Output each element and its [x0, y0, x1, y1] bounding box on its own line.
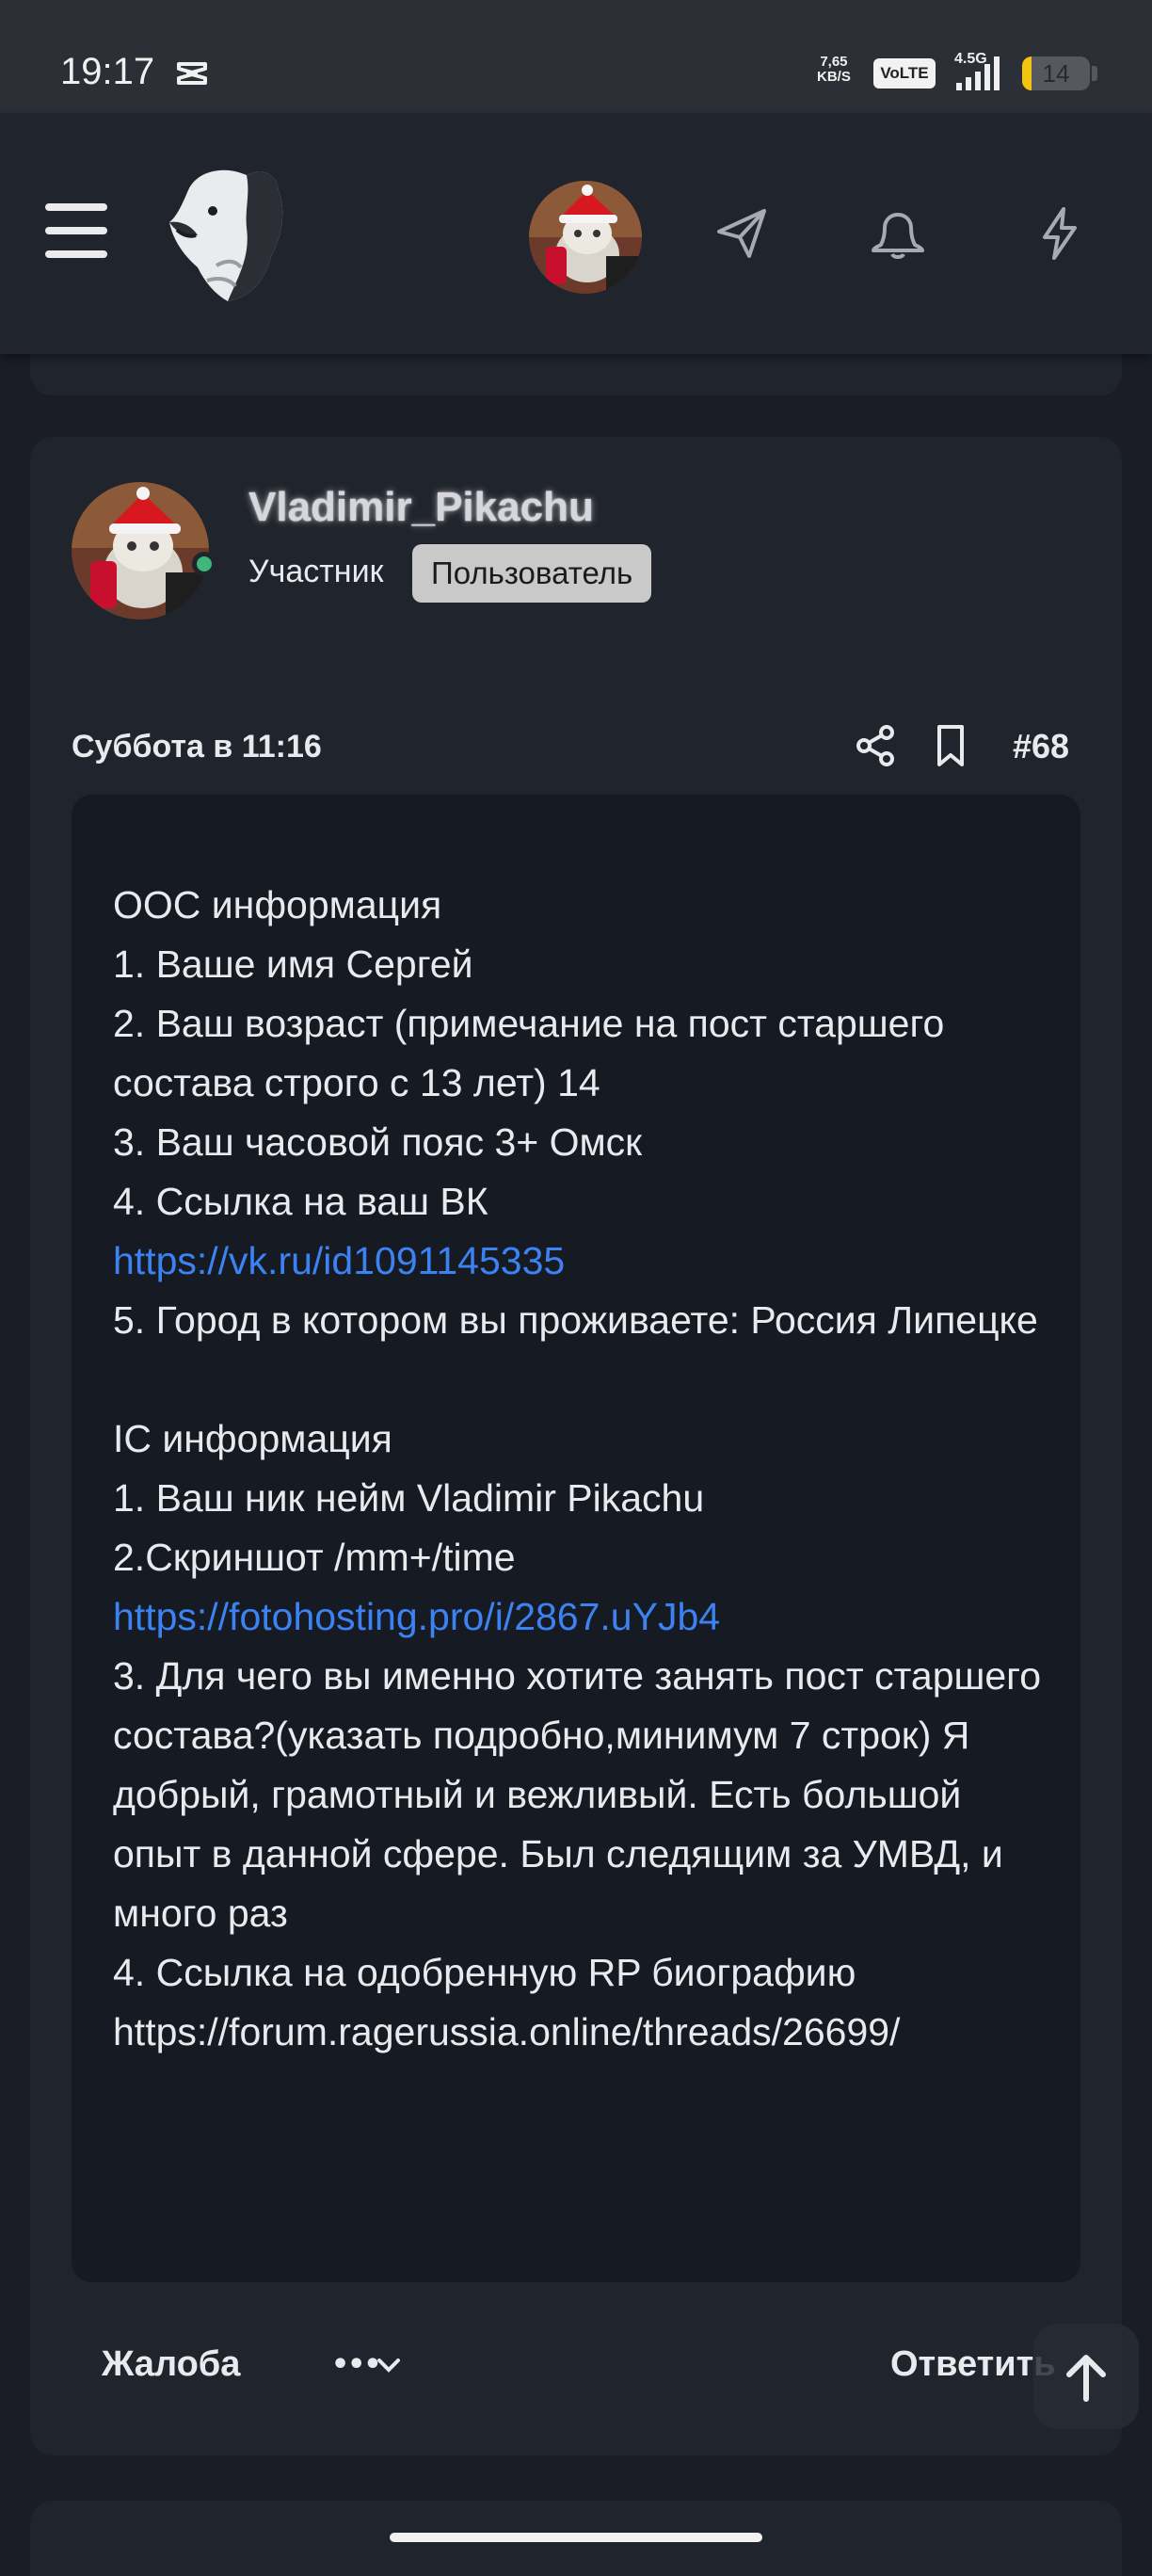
more-dots: •••	[331, 2348, 382, 2381]
chevron-down-icon	[377, 2359, 400, 2373]
post-link[interactable]: https://vk.ru/id1091145335	[113, 1232, 1054, 1291]
hamburger-menu-icon[interactable]	[45, 203, 107, 258]
author-avatar[interactable]	[72, 482, 209, 620]
arrow-up-icon	[1066, 2355, 1106, 2402]
author-role: Участник	[248, 554, 384, 589]
gesture-navigation-handle[interactable]	[390, 2533, 762, 2542]
network-speed: 7,65 KB/S	[817, 55, 851, 85]
post-text-line: ООС информация	[113, 883, 442, 926]
post-card: Vladimir_Pikachu Участник Пользователь С…	[30, 437, 1122, 2455]
bookmark-icon[interactable]	[932, 723, 969, 768]
bell-icon[interactable]	[868, 203, 928, 264]
post-text-line: 5. Город в котором вы проживаете: Россия…	[113, 1298, 1038, 1342]
post-text-line: 2. Ваш возраст (примечание на пост старш…	[113, 1002, 955, 1104]
post-date[interactable]: Суббота в 11:16	[72, 729, 322, 765]
battery-level: 14	[1042, 59, 1070, 88]
post-text-line: 4. Ссылка на одобренную RP биографию	[113, 1951, 856, 1994]
battery-icon: 14	[1022, 56, 1090, 90]
post-text-line: 3. Для чего вы именно хотите занять пост…	[113, 1654, 1052, 1935]
lightning-icon[interactable]	[1030, 203, 1090, 264]
online-status-indicator	[192, 552, 216, 576]
post-number[interactable]: #68	[1013, 727, 1069, 766]
scroll-to-top-button[interactable]	[1033, 2324, 1139, 2429]
signal-strength-icon	[956, 56, 1000, 90]
network-speed-value: 7,65	[820, 54, 848, 70]
more-options-button[interactable]: •••	[331, 2348, 407, 2386]
reply-button[interactable]: Ответить	[890, 2344, 1056, 2385]
volte-badge: VoLTE	[873, 58, 936, 89]
status-time: 19:17	[60, 51, 155, 92]
user-avatar[interactable]	[529, 181, 642, 294]
report-button[interactable]: Жалоба	[102, 2344, 240, 2385]
post-text: ООС информация 1. Ваше имя Сергей 2. Ваш в…	[113, 876, 1054, 2062]
battery-nub	[1092, 66, 1097, 81]
author-name[interactable]: Vladimir_Pikachu	[248, 484, 594, 531]
app-header	[0, 113, 1152, 354]
post-text-line: IC информация	[113, 1417, 392, 1460]
post-text-line: 2.Скриншот /mm+/time	[113, 1536, 516, 1579]
post-link[interactable]: https://fotohosting.pro/i/2867.uYJb4	[113, 1587, 1054, 1647]
post-text-line: 3. Ваш часовой пояс 3+ Омск	[113, 1120, 643, 1164]
post-text-line: 1. Ваше имя Сергей	[113, 942, 473, 986]
share-icon[interactable]	[855, 723, 896, 768]
status-bar: 19:17 7,65 KB/S VoLTE 4.5G 14	[0, 0, 1152, 113]
post-text-line: https://forum.ragerussia.online/threads/…	[113, 2010, 901, 2053]
author-badge: Пользователь	[412, 544, 652, 603]
capcut-icon	[177, 62, 207, 85]
paper-plane-icon[interactable]	[712, 203, 772, 264]
network-speed-unit: KB/S	[817, 69, 851, 85]
post-body: ООС информация 1. Ваше имя Сергей 2. Ваш в…	[72, 795, 1080, 2282]
post-text-line: 1. Ваш ник нейм Vladimir Pikachu	[113, 1476, 705, 1520]
bear-logo-icon[interactable]	[160, 162, 288, 303]
post-text-line: 4. Ссылка на ваш ВК	[113, 1180, 488, 1223]
